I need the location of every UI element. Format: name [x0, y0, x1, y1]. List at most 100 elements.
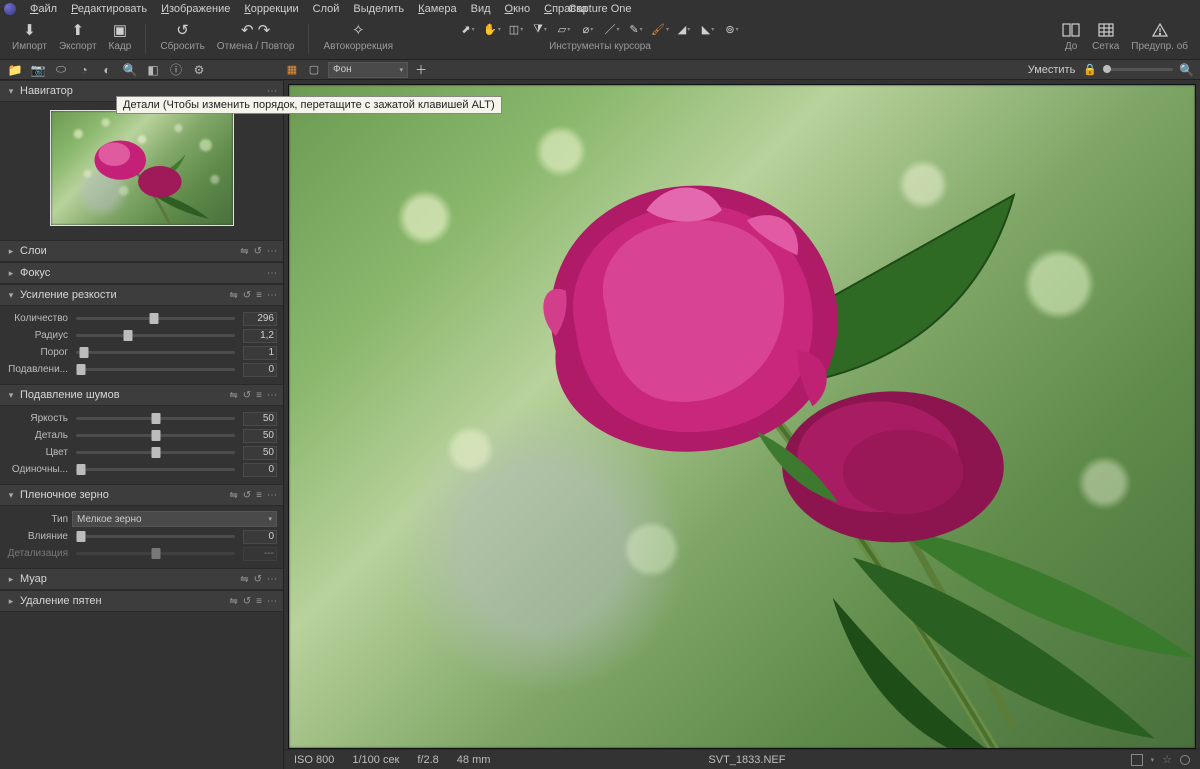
tab-metadata-icon[interactable]: ⓘ [169, 63, 183, 77]
menu-select[interactable]: Выделить [347, 2, 410, 16]
menu-layer[interactable]: Слой [307, 2, 346, 16]
panel-preset-icon[interactable]: ≡ [256, 490, 262, 501]
panel-noise-header[interactable]: ▾ Подавление шумов ⇋ ↺ ≡ ⋯ [0, 384, 283, 406]
sharpen-value[interactable]: 0 [243, 363, 277, 377]
sharpen-slider[interactable] [76, 351, 235, 354]
menu-edit[interactable]: Редактировать [65, 2, 153, 16]
panel-spot-header[interactable]: ▸ Удаление пятен ⇋ ↺ ≡ ⋯ [0, 590, 283, 612]
cursor-gradient-icon[interactable]: ◣▾ [699, 20, 717, 38]
cursor-brush-icon[interactable]: 🖌▾ [651, 20, 669, 38]
label-dot-icon[interactable] [1180, 755, 1190, 765]
tab-details-icon[interactable]: 🔍 [123, 63, 137, 77]
color-tag-icon[interactable] [1131, 754, 1143, 766]
sharpen-slider[interactable] [76, 334, 235, 337]
cursor-select-icon[interactable]: ⬈▾ [459, 20, 477, 38]
menu-window[interactable]: Окно [499, 2, 537, 16]
layer-dropdown[interactable]: Фон▾ [328, 62, 408, 78]
menu-file[interactable]: Файл [24, 2, 63, 16]
panel-menu-icon[interactable]: ⋯ [267, 268, 277, 279]
tab-exposure-icon[interactable]: ◐ [100, 63, 114, 77]
cursor-radial-icon[interactable]: ⊚▾ [723, 20, 741, 38]
panel-layers-header[interactable]: ▸ Слои ⇋ ↺ ⋯ [0, 240, 283, 262]
panel-grain-header[interactable]: ▾ Пленочное зерно ⇋ ↺ ≡ ⋯ [0, 484, 283, 506]
autocorrect-button[interactable]: ✧Автокоррекция [317, 20, 399, 52]
panel-menu-icon[interactable]: ⋯ [267, 596, 277, 607]
panel-menu-icon[interactable]: ⋯ [267, 390, 277, 401]
noise-slider[interactable] [76, 434, 235, 437]
panel-menu-icon[interactable]: ⋯ [267, 246, 277, 257]
tab-color-icon[interactable]: ◔ [77, 63, 91, 77]
panel-menu-icon[interactable]: ⋯ [267, 490, 277, 501]
grain-slider[interactable] [76, 535, 235, 538]
panel-reset-icon[interactable]: ↺ [243, 290, 251, 301]
tab-lens-icon[interactable]: ⬭ [54, 63, 68, 77]
sharpen-slider[interactable] [76, 317, 235, 320]
search-icon[interactable]: 🔍 [1179, 63, 1194, 77]
noise-value[interactable]: 0 [243, 463, 277, 477]
panel-moire-header[interactable]: ▸ Муар ⇋ ↺ ⋯ [0, 568, 283, 590]
panel-reset-icon[interactable]: ↺ [243, 490, 251, 501]
menu-image[interactable]: Изображение [155, 2, 236, 16]
sharpen-value[interactable]: 296 [243, 312, 277, 326]
grain-value[interactable]: 0 [243, 530, 277, 544]
fit-label[interactable]: Уместить [1028, 64, 1076, 76]
exposure-warning-button[interactable]: Предупр. об [1125, 20, 1194, 52]
view-single-icon[interactable]: ▢ [306, 62, 322, 78]
sharpen-slider[interactable] [76, 368, 235, 371]
view-grid-icon[interactable]: ▦ [284, 62, 300, 78]
cursor-crop-icon[interactable]: ◫▾ [507, 20, 525, 38]
panel-preset-icon[interactable]: ≡ [256, 596, 262, 607]
zoom-lock-icon[interactable]: 🔒 [1083, 63, 1097, 76]
rating-star-icon[interactable]: ☆ [1162, 753, 1172, 766]
panel-preset-icon[interactable]: ≡ [256, 290, 262, 301]
add-layer-button[interactable]: ＋ [414, 63, 428, 77]
panel-copy-icon[interactable]: ⇋ [229, 490, 237, 501]
undo-redo-button[interactable]: ↶ ↷Отмена / Повтор [211, 20, 301, 52]
zoom-slider[interactable] [1103, 68, 1173, 71]
reset-button[interactable]: ↺Сбросить [154, 20, 210, 52]
tab-library-icon[interactable]: 📁 [8, 63, 22, 77]
cursor-heal-icon[interactable]: ⌀▾ [579, 20, 597, 38]
panel-copy-icon[interactable]: ⇋ [240, 574, 248, 585]
frame-button[interactable]: ▣Кадр [103, 20, 138, 52]
navigator-thumbnail[interactable] [50, 110, 234, 226]
color-tag-dropdown-icon[interactable]: ▾ [1151, 756, 1155, 764]
panel-menu-icon[interactable]: ⋯ [267, 574, 277, 585]
tab-capture-icon[interactable]: 📷 [31, 63, 45, 77]
cursor-hand-icon[interactable]: ✋▾ [483, 20, 501, 38]
menu-view[interactable]: Вид [465, 2, 497, 16]
panel-sharpen-header[interactable]: ▾ Усиление резкости ⇋ ↺ ≡ ⋯ [0, 284, 283, 306]
tab-adjust-icon[interactable]: ◧ [146, 63, 160, 77]
panel-preset-icon[interactable]: ≡ [256, 390, 262, 401]
before-after-button[interactable]: До [1056, 20, 1086, 52]
noise-slider[interactable] [76, 468, 235, 471]
panel-reset-icon[interactable]: ↺ [243, 596, 251, 607]
noise-value[interactable]: 50 [243, 446, 277, 460]
noise-slider[interactable] [76, 451, 235, 454]
noise-slider[interactable] [76, 417, 235, 420]
cursor-eraser-icon[interactable]: ◢▾ [675, 20, 693, 38]
menu-camera[interactable]: Камера [412, 2, 462, 16]
panel-menu-icon[interactable]: ⋯ [267, 290, 277, 301]
sharpen-value[interactable]: 1 [243, 346, 277, 360]
noise-value[interactable]: 50 [243, 412, 277, 426]
noise-value[interactable]: 50 [243, 429, 277, 443]
panel-menu-icon[interactable]: ⋯ [267, 86, 277, 97]
panel-reset-icon[interactable]: ↺ [243, 390, 251, 401]
menu-corr[interactable]: Коррекции [238, 2, 304, 16]
tab-output-icon[interactable]: ⚙ [192, 63, 206, 77]
panel-copy-icon[interactable]: ⇋ [229, 290, 237, 301]
image-canvas[interactable] [288, 84, 1196, 749]
cursor-picker-icon[interactable]: ✎▾ [627, 20, 645, 38]
grain-type-select[interactable]: Мелкое зерно▾ [72, 511, 277, 527]
cursor-keystone-icon[interactable]: ▱▾ [555, 20, 573, 38]
panel-reset-icon[interactable]: ↺ [254, 246, 262, 257]
export-button[interactable]: ⬆Экспорт [53, 20, 103, 52]
panel-copy-icon[interactable]: ⇋ [229, 390, 237, 401]
grid-button[interactable]: Сетка [1086, 20, 1125, 52]
panel-copy-icon[interactable]: ⇋ [240, 246, 248, 257]
sharpen-value[interactable]: 1,2 [243, 329, 277, 343]
cursor-straighten-icon[interactable]: ⧩▾ [531, 20, 549, 38]
cursor-measure-icon[interactable]: ／▾ [603, 20, 621, 38]
panel-reset-icon[interactable]: ↺ [254, 574, 262, 585]
